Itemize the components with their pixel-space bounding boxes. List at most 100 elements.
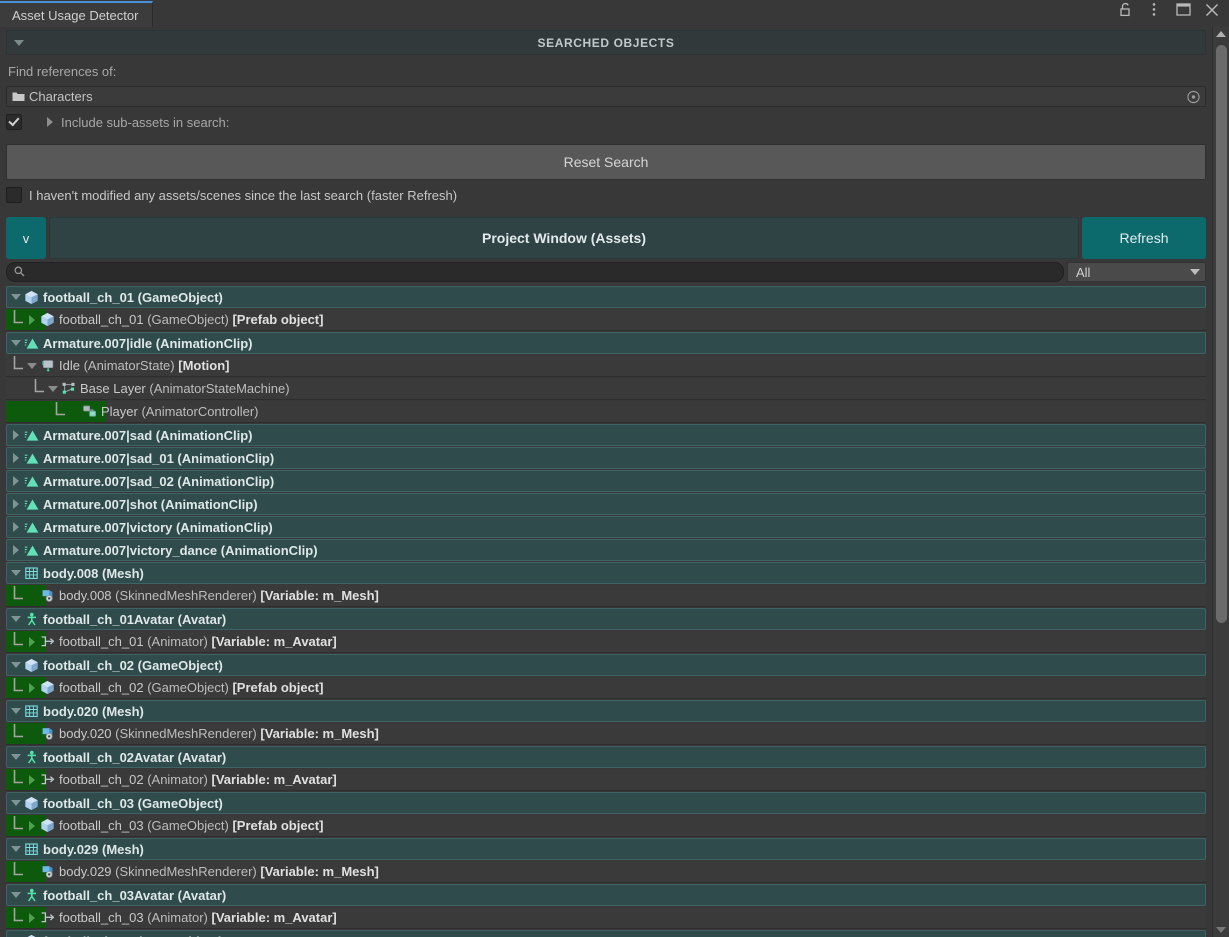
tree-row[interactable]: Armature.007|idle (AnimationClip) xyxy=(6,332,1206,354)
chevron-right-icon[interactable] xyxy=(9,453,23,463)
chevron-right-icon[interactable] xyxy=(9,499,23,509)
include-subassets-row[interactable]: Include sub-assets in search: xyxy=(0,110,1212,134)
refresh-button[interactable]: Refresh xyxy=(1082,217,1206,259)
tree-row-label: football_ch_02 (Animator) [Variable: m_A… xyxy=(59,772,337,787)
chevron-right-icon[interactable] xyxy=(25,636,39,647)
chevron-right-icon[interactable] xyxy=(9,522,23,532)
not-modified-checkbox[interactable] xyxy=(6,187,22,203)
chevron-down-icon[interactable] xyxy=(46,385,60,392)
tree-row[interactable]: football_ch_03Avatar (Avatar) xyxy=(6,884,1206,906)
results-title-bar[interactable]: Project Window (Assets) xyxy=(49,217,1079,259)
chevron-down-icon[interactable] xyxy=(9,800,23,806)
tree-row[interactable]: football_ch_01 (Animator) [Variable: m_A… xyxy=(6,631,1206,653)
animationclip-icon xyxy=(23,450,40,466)
reset-search-button[interactable]: Reset Search xyxy=(6,144,1206,180)
tree-row-content: football_ch_03Avatar (Avatar) xyxy=(7,885,226,905)
window-controls xyxy=(1117,0,1229,27)
tree-row[interactable]: football_ch_01 (GameObject) xyxy=(6,286,1206,308)
tree-row[interactable]: body.020 (SkinnedMeshRenderer) [Variable… xyxy=(6,723,1206,745)
scrollbar-thumb[interactable] xyxy=(1216,45,1227,623)
tree-row-content: body.029 (SkinnedMeshRenderer) [Variable… xyxy=(6,861,379,882)
search-input[interactable] xyxy=(25,265,1063,279)
filter-dropdown[interactable]: All xyxy=(1067,262,1206,282)
chevron-right-icon[interactable] xyxy=(47,117,53,127)
tree-elbow-icon xyxy=(10,631,25,652)
animator-icon xyxy=(39,772,56,788)
close-icon[interactable] xyxy=(1204,2,1220,18)
tree-row[interactable]: Armature.007|sad_01 (AnimationClip) xyxy=(6,447,1206,469)
tree-row-label: football_ch_03 (Animator) [Variable: m_A… xyxy=(59,910,337,925)
chevron-down-icon[interactable] xyxy=(9,570,23,576)
tree-row-label: body.008 (Mesh) xyxy=(43,565,144,581)
skinnedmeshrenderer-icon xyxy=(39,588,56,604)
maximize-icon[interactable] xyxy=(1175,2,1191,18)
tree-row[interactable]: Idle (AnimatorState) [Motion] xyxy=(6,355,1206,377)
tree-row[interactable]: football_ch_02Avatar (Avatar) xyxy=(6,746,1206,768)
tree-row[interactable]: body.008 (SkinnedMeshRenderer) [Variable… xyxy=(6,585,1206,607)
vertical-scrollbar[interactable] xyxy=(1212,27,1229,937)
scroll-down-arrow-icon[interactable] xyxy=(1213,923,1229,937)
tree-row-label: football_ch_01 (Animator) [Variable: m_A… xyxy=(59,634,337,649)
tree-row-content: Armature.007|sad_02 (AnimationClip) xyxy=(7,471,274,491)
chevron-right-icon[interactable] xyxy=(9,430,23,440)
tree-row[interactable]: football_ch_04 (GameObject) xyxy=(6,930,1206,937)
tree-row[interactable]: body.029 (Mesh) xyxy=(6,838,1206,860)
lock-icon[interactable] xyxy=(1117,2,1133,18)
tree-row-label: Armature.007|sad_01 (AnimationClip) xyxy=(43,450,275,466)
tree-row-content: football_ch_02 (GameObject) xyxy=(7,655,223,675)
tree-row[interactable]: Player (AnimatorController) xyxy=(6,401,1206,423)
tree-row[interactable]: body.020 (Mesh) xyxy=(6,700,1206,722)
chevron-down-icon[interactable] xyxy=(9,708,23,714)
tree-row[interactable]: body.029 (SkinnedMeshRenderer) [Variable… xyxy=(6,861,1206,883)
object-picker-icon[interactable] xyxy=(1187,90,1200,103)
tree-row-label: football_ch_01Avatar (Avatar) xyxy=(43,611,227,627)
chevron-right-icon[interactable] xyxy=(25,820,39,831)
chevron-right-icon[interactable] xyxy=(9,476,23,486)
tree-row[interactable]: football_ch_02 (GameObject) [Prefab obje… xyxy=(6,677,1206,699)
tree-row[interactable]: football_ch_01Avatar (Avatar) xyxy=(6,608,1206,630)
chevron-down-icon[interactable] xyxy=(9,662,23,668)
tree-row[interactable]: football_ch_02 (Animator) [Variable: m_A… xyxy=(6,769,1206,791)
tree-row[interactable]: Armature.007|victory (AnimationClip) xyxy=(6,516,1206,538)
tree-row-label: Idle (AnimatorState) [Motion] xyxy=(59,358,230,373)
chevron-down-icon[interactable] xyxy=(9,340,23,346)
chevron-down-icon[interactable] xyxy=(9,754,23,760)
tree-row[interactable]: Armature.007|victory_dance (AnimationCli… xyxy=(6,539,1206,561)
tree-row[interactable]: football_ch_03 (GameObject) [Prefab obje… xyxy=(6,815,1206,837)
tree-row-label: football_ch_01 (GameObject) xyxy=(43,289,223,305)
tree-row[interactable]: football_ch_01 (GameObject) [Prefab obje… xyxy=(6,309,1206,331)
tree-row[interactable]: body.008 (Mesh) xyxy=(6,562,1206,584)
tree-row[interactable]: football_ch_03 (Animator) [Variable: m_A… xyxy=(6,907,1206,929)
not-modified-row[interactable]: I haven't modified any assets/scenes sin… xyxy=(0,183,1212,207)
tree-row[interactable]: Base Layer (AnimatorStateMachine) xyxy=(6,378,1206,400)
animationclip-icon xyxy=(23,335,40,351)
chevron-down-icon[interactable] xyxy=(9,846,23,852)
tree-row-content: football_ch_03 (GameObject) xyxy=(7,793,223,813)
chevron-down-icon[interactable] xyxy=(9,616,23,622)
tree-row[interactable]: Armature.007|sad (AnimationClip) xyxy=(6,424,1206,446)
tree-row[interactable]: Armature.007|shot (AnimationClip) xyxy=(6,493,1206,515)
chevron-down-icon[interactable] xyxy=(25,362,39,369)
searched-objects-header[interactable]: SEARCHED OBJECTS xyxy=(6,30,1206,55)
tree-row-content: body.020 (SkinnedMeshRenderer) [Variable… xyxy=(6,723,379,744)
kebab-menu-icon[interactable] xyxy=(1146,2,1162,18)
collapse-results-button[interactable]: v xyxy=(6,217,46,259)
chevron-right-icon[interactable] xyxy=(25,912,39,923)
tree-row[interactable]: football_ch_03 (GameObject) xyxy=(6,792,1206,814)
chevron-right-icon[interactable] xyxy=(9,545,23,555)
chevron-down-icon[interactable] xyxy=(9,294,23,300)
prefab-icon xyxy=(23,933,40,937)
chevron-right-icon[interactable] xyxy=(25,314,39,325)
tree-row[interactable]: Armature.007|sad_02 (AnimationClip) xyxy=(6,470,1206,492)
chevron-down-icon[interactable] xyxy=(9,892,23,898)
chevron-right-icon[interactable] xyxy=(25,682,39,693)
animationclip-icon xyxy=(23,473,40,489)
tab-asset-usage-detector[interactable]: Asset Usage Detector xyxy=(0,1,154,27)
chevron-right-icon[interactable] xyxy=(25,774,39,785)
search-row: All xyxy=(6,262,1206,282)
scroll-up-arrow-icon[interactable] xyxy=(1213,27,1229,41)
include-subassets-checkbox[interactable] xyxy=(6,114,22,130)
searched-object-field[interactable]: Characters xyxy=(6,86,1206,107)
tree-row[interactable]: football_ch_02 (GameObject) xyxy=(6,654,1206,676)
search-box[interactable] xyxy=(6,262,1064,282)
